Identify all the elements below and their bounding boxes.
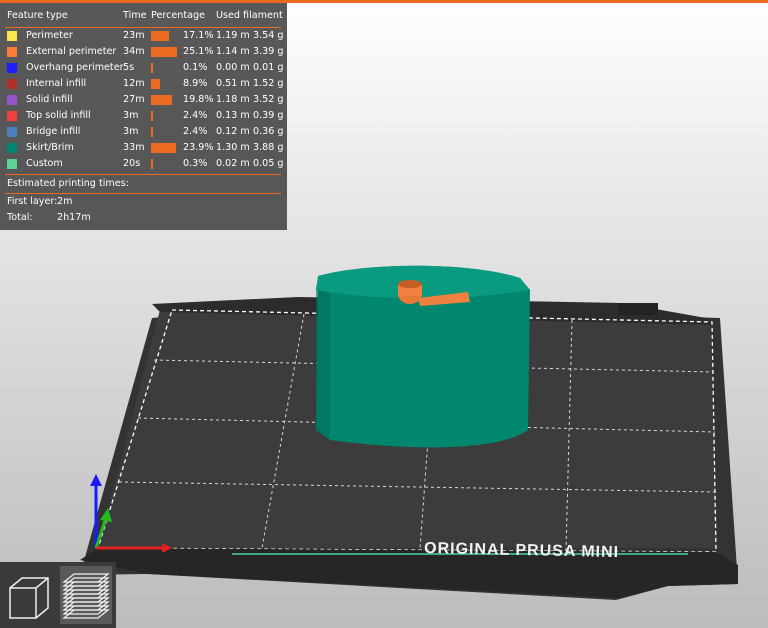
legend-row-solid-infill[interactable]: Solid infill 27m 19.8% 1.18 m 3.52 g bbox=[0, 92, 287, 108]
printed-model[interactable] bbox=[316, 265, 530, 448]
legend-swatch bbox=[7, 159, 17, 169]
legend-feature-name: Perimeter bbox=[26, 30, 73, 41]
legend-time: 33m bbox=[123, 142, 145, 153]
first-layer-value: 2m bbox=[57, 196, 73, 207]
legend-swatch bbox=[7, 63, 17, 73]
legend-feature-name: Custom bbox=[26, 158, 63, 169]
legend-time: 20s bbox=[123, 158, 141, 169]
legend-time: 12m bbox=[123, 78, 145, 89]
legend-time: 5s bbox=[123, 62, 135, 73]
legend-feature-name: Top solid infill bbox=[26, 110, 91, 121]
legend-time: 3m bbox=[123, 126, 139, 137]
legend-length: 1.18 m bbox=[216, 94, 250, 105]
legend-feature-name: Solid infill bbox=[26, 94, 73, 105]
legend-time: 3m bbox=[123, 110, 139, 121]
3d-view-button[interactable] bbox=[4, 566, 56, 624]
header-percentage: Percentage bbox=[151, 10, 205, 21]
legend-swatch bbox=[7, 79, 17, 89]
legend-row-custom[interactable]: Custom 20s 0.3% 0.02 m 0.05 g bbox=[0, 156, 287, 172]
legend-percentage-bar bbox=[151, 159, 153, 169]
legend-percentage: 2.4% bbox=[183, 126, 208, 137]
legend-percentage-bar bbox=[151, 127, 153, 137]
legend-percentage-bar bbox=[151, 143, 176, 153]
legend-feature-name: External perimeter bbox=[26, 46, 117, 57]
legend-feature-name: Overhang perimeter bbox=[26, 62, 124, 73]
legend-percentage: 17.1% bbox=[183, 30, 214, 41]
legend-percentage-bar bbox=[151, 31, 169, 41]
legend-swatch bbox=[7, 31, 17, 41]
header-time: Time bbox=[123, 10, 147, 21]
legend-percentage: 23.9% bbox=[183, 142, 214, 153]
legend-swatch bbox=[7, 127, 17, 137]
estimated-times-label: Estimated printing times: bbox=[7, 178, 129, 189]
legend-length: 1.14 m bbox=[216, 46, 250, 57]
view-toolbar bbox=[0, 562, 116, 628]
header-feature-type: Feature type bbox=[7, 10, 68, 21]
legend-length: 0.13 m bbox=[216, 110, 250, 121]
legend-percentage-bar bbox=[151, 47, 177, 57]
total-time-label: Total: bbox=[7, 212, 33, 223]
legend-length: 0.12 m bbox=[216, 126, 250, 137]
legend-time: 34m bbox=[123, 46, 145, 57]
legend-length: 1.30 m bbox=[216, 142, 250, 153]
legend-row-internal-infill[interactable]: Internal infill 12m 8.9% 0.51 m 1.52 g bbox=[0, 76, 287, 92]
legend-weight: 3.54 g bbox=[253, 30, 284, 41]
legend-percentage: 25.1% bbox=[183, 46, 214, 57]
legend-percentage-bar bbox=[151, 79, 160, 89]
preview-layers-icon bbox=[62, 573, 110, 619]
legend-length: 0.51 m bbox=[216, 78, 250, 89]
legend-row-external-perimeter[interactable]: External perimeter 34m 25.1% 1.14 m 3.39… bbox=[0, 44, 287, 60]
legend-percentage: 19.8% bbox=[183, 94, 214, 105]
legend-percentage-bar bbox=[151, 63, 153, 73]
legend-feature-name: Internal infill bbox=[26, 78, 87, 89]
legend-length: 0.00 m bbox=[216, 62, 250, 73]
legend-row-perimeter[interactable]: Perimeter 23m 17.1% 1.19 m 3.54 g bbox=[0, 28, 287, 44]
first-layer-label: First layer: bbox=[7, 196, 58, 207]
legend-separator bbox=[5, 193, 281, 194]
legend-length: 0.02 m bbox=[216, 158, 250, 169]
legend-time: 27m bbox=[123, 94, 145, 105]
legend-percentage-bar bbox=[151, 95, 172, 105]
legend-header: Feature type Time Percentage Used filame… bbox=[0, 8, 287, 24]
legend-weight: 0.39 g bbox=[253, 110, 284, 121]
legend-row-top-solid-infill[interactable]: Top solid infill 3m 2.4% 0.13 m 0.39 g bbox=[0, 108, 287, 124]
legend-percentage: 2.4% bbox=[183, 110, 208, 121]
legend-weight: 0.36 g bbox=[253, 126, 284, 137]
legend-percentage-bar bbox=[151, 111, 153, 121]
legend-swatch bbox=[7, 111, 17, 121]
3d-view-icon bbox=[9, 577, 49, 619]
legend-panel: Feature type Time Percentage Used filame… bbox=[0, 3, 287, 230]
legend-weight: 3.88 g bbox=[253, 142, 284, 153]
preview-view-button[interactable] bbox=[60, 566, 112, 624]
legend-swatch bbox=[7, 143, 17, 153]
legend-row-skirt-brim[interactable]: Skirt/Brim 33m 23.9% 1.30 m 3.88 g bbox=[0, 140, 287, 156]
legend-feature-name: Bridge infill bbox=[26, 126, 81, 137]
total-time-value: 2h17m bbox=[57, 212, 91, 223]
legend-swatch bbox=[7, 95, 17, 105]
legend-weight: 3.39 g bbox=[253, 46, 284, 57]
legend-percentage: 8.9% bbox=[183, 78, 208, 89]
legend-separator bbox=[5, 174, 281, 175]
legend-weight: 0.05 g bbox=[253, 158, 284, 169]
header-used-filament: Used filament bbox=[216, 10, 283, 21]
legend-swatch bbox=[7, 47, 17, 57]
legend-row-bridge-infill[interactable]: Bridge infill 3m 2.4% 0.12 m 0.36 g bbox=[0, 124, 287, 140]
legend-feature-name: Skirt/Brim bbox=[26, 142, 74, 153]
legend-weight: 0.01 g bbox=[253, 62, 284, 73]
legend-weight: 3.52 g bbox=[253, 94, 284, 105]
legend-percentage: 0.1% bbox=[183, 62, 208, 73]
legend-time: 23m bbox=[123, 30, 145, 41]
legend-percentage: 0.3% bbox=[183, 158, 208, 169]
legend-weight: 1.52 g bbox=[253, 78, 284, 89]
legend-row-overhang-perimeter[interactable]: Overhang perimeter 5s 0.1% 0.00 m 0.01 g bbox=[0, 60, 287, 76]
legend-length: 1.19 m bbox=[216, 30, 250, 41]
